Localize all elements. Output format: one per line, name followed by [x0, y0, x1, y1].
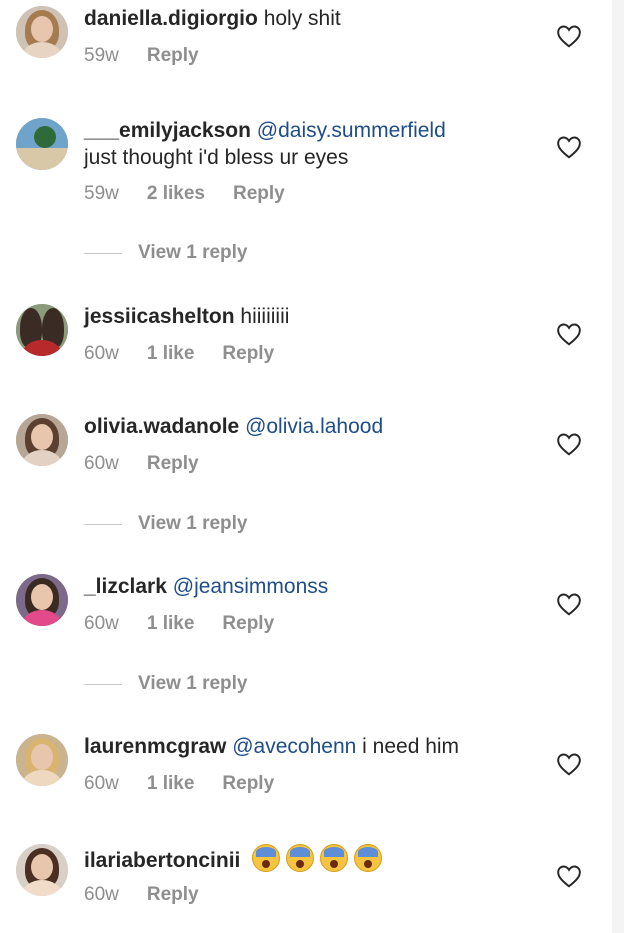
comment-text: laurenmcgraw @avecohenn i need him: [84, 733, 544, 760]
comment-text: jessiicashelton hiiiiiiii: [84, 303, 544, 330]
avatar[interactable]: [16, 734, 68, 786]
comment-meta: 60w Reply: [84, 453, 199, 475]
comment-mention[interactable]: @olivia.lahood: [245, 415, 383, 438]
comment-body: i need him: [362, 735, 460, 758]
reply-button[interactable]: Reply: [233, 183, 285, 205]
view-replies-button[interactable]: View 1 reply: [84, 242, 248, 264]
screaming-face-emoji-icon: [354, 844, 383, 872]
comment-meta: 59w 2 likes Reply: [84, 183, 285, 205]
replies-divider: [84, 683, 122, 685]
replies-divider: [84, 523, 122, 525]
comment-time[interactable]: 60w: [84, 884, 119, 906]
comment-text: ilariabertoncinii 😱😱😱😱: [84, 844, 544, 874]
comment-time[interactable]: 59w: [84, 45, 119, 67]
comment-time[interactable]: 60w: [84, 453, 119, 475]
likes-count[interactable]: 1 like: [147, 343, 195, 365]
comment-meta: 60w Reply: [84, 884, 199, 906]
heart-outline-icon[interactable]: [556, 135, 582, 159]
reply-button[interactable]: Reply: [222, 613, 274, 635]
comment-time[interactable]: 59w: [84, 183, 119, 205]
comment-username[interactable]: ___emilyjackson: [84, 119, 251, 142]
reply-button[interactable]: Reply: [222, 343, 274, 365]
scroll-edge: [612, 0, 624, 933]
view-replies-button[interactable]: View 1 reply: [84, 673, 248, 695]
screaming-face-emoji-icon: [286, 844, 315, 872]
comment-text: olivia.wadanole @olivia.lahood: [84, 413, 544, 440]
likes-count[interactable]: 1 like: [147, 613, 195, 635]
view-replies-label: View 1 reply: [138, 673, 248, 694]
comment-mention[interactable]: @jeansimmonss: [173, 575, 329, 598]
avatar-face: [31, 424, 53, 450]
comment-mention[interactable]: @avecohenn: [232, 735, 356, 758]
avatar-ground: [16, 148, 68, 170]
screaming-face-emoji-icon: [320, 844, 349, 872]
comment-username[interactable]: olivia.wadanole: [84, 415, 239, 438]
heart-outline-icon[interactable]: [556, 752, 582, 776]
comment-username[interactable]: daniella.digiorgio: [84, 7, 258, 30]
comment-time[interactable]: 60w: [84, 773, 119, 795]
comment-username[interactable]: laurenmcgraw: [84, 735, 226, 758]
avatar[interactable]: [16, 118, 68, 170]
likes-count[interactable]: 1 like: [147, 773, 195, 795]
avatar-tree: [34, 126, 56, 148]
view-replies-button[interactable]: View 1 reply: [84, 513, 248, 535]
reply-button[interactable]: Reply: [147, 45, 199, 67]
likes-count[interactable]: 2 likes: [147, 183, 205, 205]
view-replies-label: View 1 reply: [138, 242, 248, 263]
reply-button[interactable]: Reply: [222, 773, 274, 795]
comment-text: ___emilyjackson @daisy.summerfield just …: [84, 117, 544, 171]
comment-meta: 60w 1 like Reply: [84, 343, 274, 365]
comment-time[interactable]: 60w: [84, 613, 119, 635]
avatar-face: [31, 584, 53, 610]
view-replies-label: View 1 reply: [138, 513, 248, 534]
comment-body: holy shit: [263, 7, 341, 30]
comment-text: _lizclark @jeansimmonss: [84, 573, 544, 600]
comment-body: just thought i'd bless ur eyes: [84, 146, 349, 169]
heart-outline-icon[interactable]: [556, 432, 582, 456]
comment-username[interactable]: _lizclark: [84, 575, 167, 598]
avatar[interactable]: [16, 6, 68, 58]
comment-meta: 59w Reply: [84, 45, 199, 67]
heart-outline-icon[interactable]: [556, 864, 582, 888]
comment-username[interactable]: ilariabertoncinii: [84, 849, 240, 872]
avatar[interactable]: [16, 574, 68, 626]
comment-meta: 60w 1 like Reply: [84, 613, 274, 635]
reply-button[interactable]: Reply: [147, 884, 199, 906]
avatar-face: [31, 16, 53, 42]
avatar-face: [31, 744, 53, 770]
comment-mention[interactable]: @daisy.summerfield: [257, 119, 446, 142]
avatar[interactable]: [16, 844, 68, 896]
replies-divider: [84, 252, 122, 254]
comment-username[interactable]: jessiicashelton: [84, 305, 235, 328]
comment-time[interactable]: 60w: [84, 343, 119, 365]
avatar-face: [31, 854, 53, 880]
heart-outline-icon[interactable]: [556, 592, 582, 616]
screaming-face-emoji-icon: [252, 844, 281, 872]
avatar[interactable]: [16, 304, 68, 356]
reply-button[interactable]: Reply: [147, 453, 199, 475]
heart-outline-icon[interactable]: [556, 322, 582, 346]
avatar[interactable]: [16, 414, 68, 466]
comment-text: daniella.digiorgio holy shit: [84, 5, 544, 32]
heart-outline-icon[interactable]: [556, 24, 582, 48]
comment-meta: 60w 1 like Reply: [84, 773, 274, 795]
comment-body: hiiiiiiii: [240, 305, 290, 328]
